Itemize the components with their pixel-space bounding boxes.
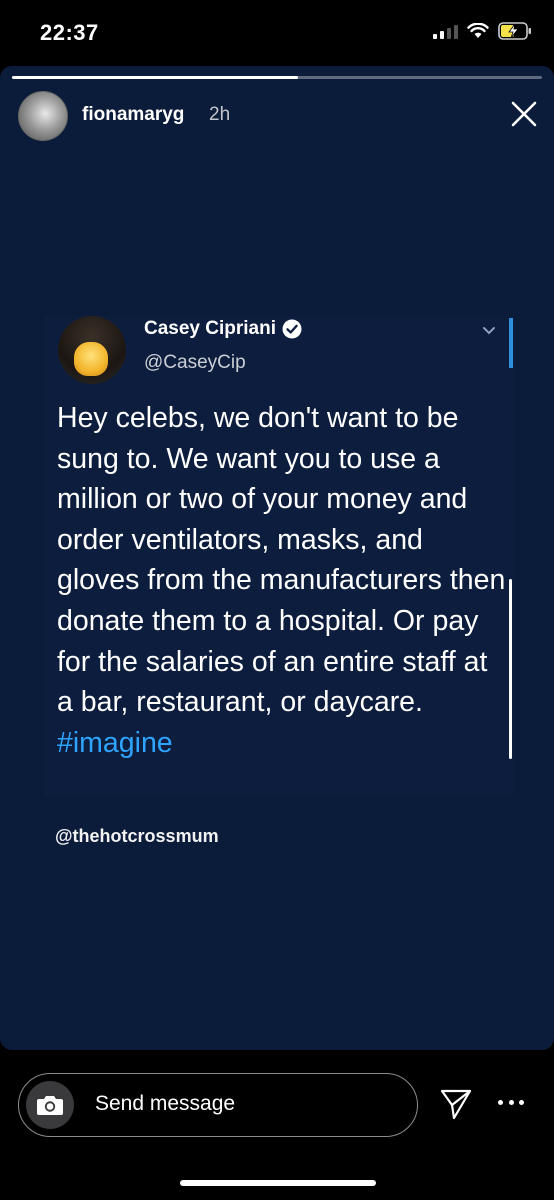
- status-icons: [433, 22, 532, 40]
- more-icon[interactable]: [498, 1100, 524, 1108]
- send-message-input[interactable]: Send message: [18, 1073, 418, 1137]
- battery-charging-icon: [498, 22, 531, 40]
- avatar[interactable]: [18, 91, 68, 141]
- status-bar: 22:37: [0, 0, 554, 66]
- signal-icon: [433, 23, 458, 39]
- story-username[interactable]: fionamaryg: [82, 104, 184, 126]
- cup-icon: [74, 342, 108, 376]
- close-icon[interactable]: [510, 100, 538, 128]
- status-time: 22:37: [40, 20, 99, 45]
- tweet-display-name-row: Casey Cipriani: [144, 318, 302, 340]
- camera-button[interactable]: [26, 1081, 74, 1129]
- tweet-scroll-indicator-top: [509, 318, 513, 368]
- tweet-text: Hey celebs, we don't want to be sung to.…: [57, 398, 507, 763]
- tweet-avatar: [58, 316, 126, 384]
- send-message-placeholder: Send message: [95, 1092, 236, 1115]
- tweet-hashtag: #imagine: [57, 726, 173, 759]
- story-card[interactable]: fionamaryg 2h Casey Cipriani @CaseyCip H…: [0, 66, 554, 1050]
- tweet-handle: @CaseyCip: [144, 352, 246, 373]
- tweet-display-name: Casey Cipriani: [144, 318, 276, 339]
- verified-badge-icon: [282, 319, 302, 339]
- wifi-icon: [467, 23, 489, 38]
- tweet-card: Casey Cipriani @CaseyCip Hey celebs, we …: [44, 316, 514, 796]
- home-indicator: [180, 1180, 376, 1186]
- chevron-down-icon: [483, 327, 495, 335]
- story-time-ago: 2h: [209, 104, 231, 125]
- camera-icon: [37, 1096, 63, 1115]
- send-icon[interactable]: [440, 1088, 472, 1120]
- reply-bar: Send message: [0, 1050, 554, 1200]
- story-progress-track: [12, 76, 542, 79]
- tweet-scroll-indicator-bottom: [509, 579, 512, 759]
- credit-mention[interactable]: @thehotcrossmum: [55, 826, 219, 847]
- story-progress-fill: [12, 76, 299, 79]
- tweet-body: Hey celebs, we don't want to be sung to.…: [57, 402, 506, 719]
